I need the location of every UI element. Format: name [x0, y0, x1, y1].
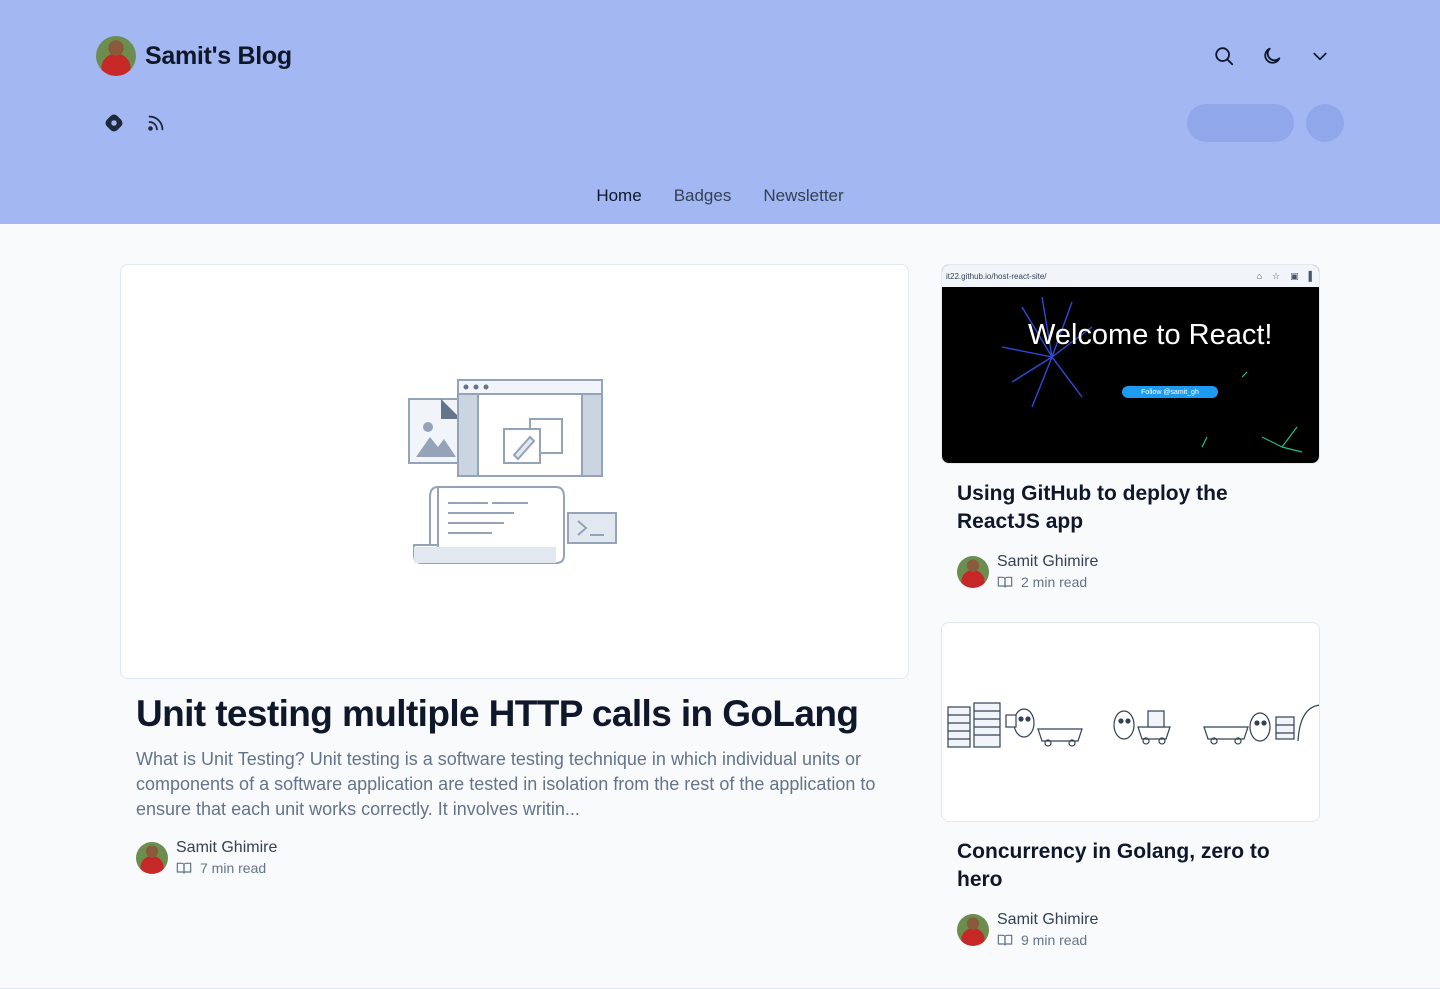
social-links: [100, 108, 170, 138]
placeholder-illustration-icon: [407, 378, 617, 564]
blog-header: Samit's Blog Home Badges Newsletter: [0, 0, 1440, 224]
moon-icon[interactable]: [1256, 40, 1288, 72]
react-cover-headline: Welcome to React!: [1028, 319, 1273, 351]
react-cover-follow-button: Follow @samit_gh: [1122, 386, 1218, 398]
post-meta-concurrency: Samit Ghimire 9 min read: [957, 910, 1098, 950]
post-meta-react: Samit Ghimire 2 min read: [957, 552, 1098, 592]
read-time: 7 min read: [176, 858, 277, 878]
nav-newsletter[interactable]: Newsletter: [763, 186, 843, 206]
featured-post-meta: Samit Ghimire 7 min read: [136, 838, 277, 878]
account-pill-placeholder[interactable]: [1187, 104, 1294, 142]
browser-url-bar: it22.github.io/host-react-site/ ⌂ ☆ ▣ ▌: [942, 265, 1319, 287]
rss-icon[interactable]: [142, 108, 170, 138]
react-cover-body: Welcome to React! Follow @samit_gh: [942, 287, 1319, 463]
post-title-concurrency[interactable]: Concurrency in Golang, zero to hero: [957, 838, 1307, 894]
read-time-label: 7 min read: [200, 860, 267, 876]
author-avatar: [96, 36, 136, 76]
blog-name[interactable]: Samit's Blog: [145, 42, 292, 71]
author-name[interactable]: Samit Ghimire: [176, 838, 277, 858]
browser-url-text: it22.github.io/host-react-site/: [946, 271, 1047, 281]
author-name[interactable]: Samit Ghimire: [997, 910, 1098, 930]
nav-badges[interactable]: Badges: [674, 186, 732, 206]
read-time: 2 min read: [997, 572, 1098, 592]
book-open-icon: [997, 576, 1013, 588]
featured-post-cover[interactable]: [120, 264, 909, 679]
author-name[interactable]: Samit Ghimire: [997, 552, 1098, 572]
gophers-illustration-icon: [947, 702, 1319, 748]
author-avatar[interactable]: [957, 556, 989, 588]
blog-brand[interactable]: Samit's Blog: [96, 36, 292, 76]
post-cover-react[interactable]: it22.github.io/host-react-site/ ⌂ ☆ ▣ ▌ Wel…: [941, 264, 1320, 464]
profile-avatar-placeholder[interactable]: [1306, 104, 1344, 142]
nav-home[interactable]: Home: [596, 186, 641, 206]
hashnode-icon[interactable]: [100, 108, 128, 138]
book-open-icon: [997, 934, 1013, 946]
read-time-label: 9 min read: [1021, 932, 1088, 948]
read-time: 9 min read: [997, 930, 1098, 950]
header-actions: [1208, 40, 1336, 72]
browser-toolbar-icons: ⌂ ☆ ▣ ▌: [1256, 270, 1315, 281]
author-avatar[interactable]: [136, 842, 168, 874]
fireworks-decoration: [1001, 296, 1303, 453]
read-time-label: 2 min read: [1021, 574, 1088, 590]
search-icon[interactable]: [1208, 40, 1240, 72]
book-open-icon: [176, 862, 192, 874]
featured-post-title[interactable]: Unit testing multiple HTTP calls in GoLa…: [136, 693, 859, 735]
post-cover-concurrency[interactable]: [941, 622, 1320, 822]
featured-post-excerpt: What is Unit Testing? Unit testing is a …: [136, 749, 876, 819]
author-avatar[interactable]: [957, 914, 989, 946]
chevron-down-icon[interactable]: [1304, 40, 1336, 72]
main-nav: Home Badges Newsletter: [0, 186, 1440, 206]
post-title-react[interactable]: Using GitHub to deploy the ReactJS app: [957, 480, 1307, 536]
